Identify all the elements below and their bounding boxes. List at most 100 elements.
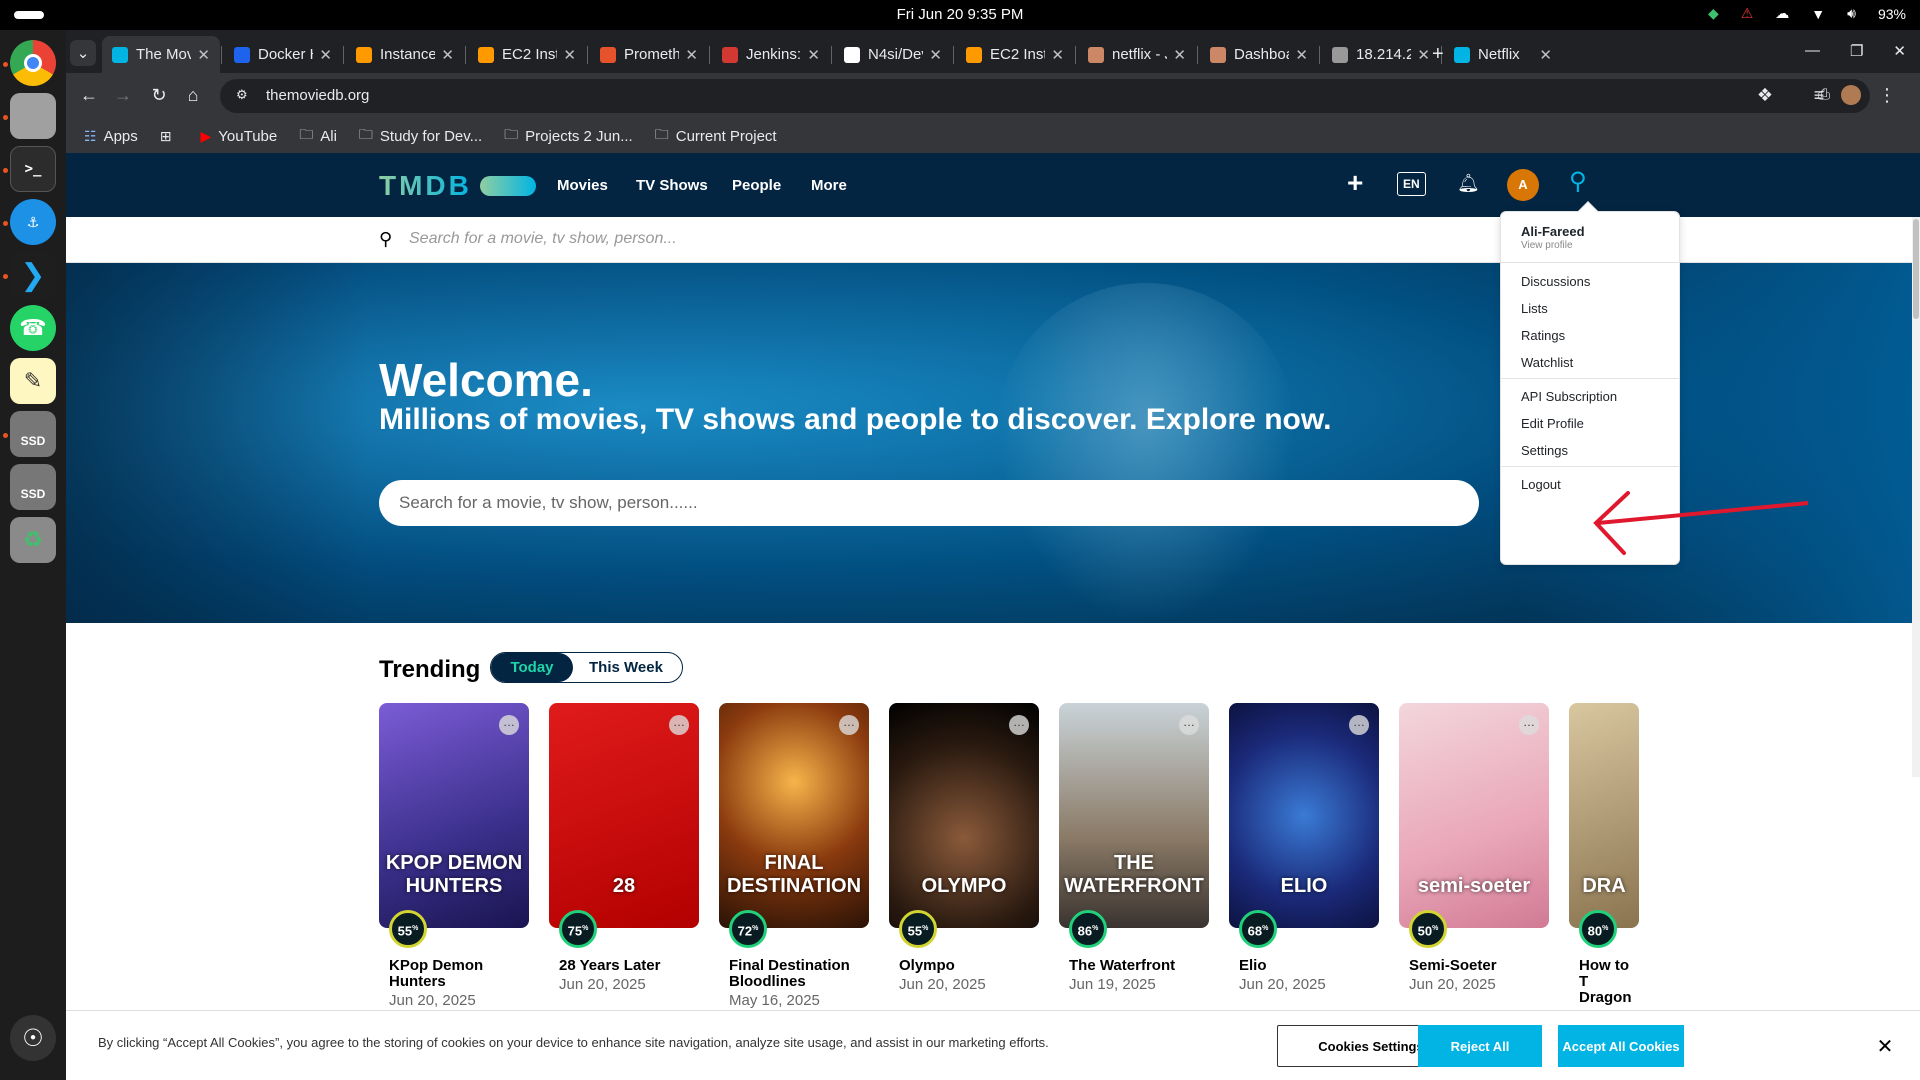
forward-button[interactable]: → <box>112 85 134 106</box>
card-title[interactable]: The Waterfront <box>1059 958 1209 974</box>
trending-card[interactable]: OLYMPO … 55% Olympo Jun 20, 2025 <box>889 703 1039 993</box>
browser-tab[interactable]: Instances ✕ <box>346 36 464 73</box>
close-tab-icon[interactable]: ✕ <box>441 46 454 64</box>
warning-icon[interactable]: ⚠ <box>1741 5 1754 22</box>
add-plus-icon[interactable]: + <box>1347 167 1363 199</box>
more-options-icon[interactable]: … <box>499 715 519 735</box>
close-tab-icon[interactable]: ✕ <box>1051 46 1064 64</box>
movie-poster[interactable]: 28… <box>549 703 699 928</box>
bookmark-apps[interactable]: ☷ Apps <box>84 128 138 145</box>
ssd-drive-icon[interactable]: SSD <box>10 411 56 457</box>
trending-card[interactable]: FINAL DESTINATION … 72% Final Destination B… <box>719 703 869 1009</box>
user-avatar[interactable]: A <box>1507 169 1539 201</box>
reload-button[interactable]: ↻ <box>148 85 170 106</box>
scrollbar-thumb[interactable] <box>1913 219 1919 319</box>
card-title[interactable]: Semi-Soeter <box>1399 958 1549 974</box>
card-title[interactable]: How to T Dragon <box>1569 958 1639 1006</box>
bookmark-youtube[interactable]: ▶ YouTube <box>201 128 278 145</box>
toggle-today[interactable]: Today <box>491 653 573 682</box>
browser-tab[interactable]: 18.214.2 ✕ <box>1322 36 1440 73</box>
bookmark-folder-ali[interactable]: 🗀︎ Ali <box>299 124 337 148</box>
menu-lists[interactable]: Lists <box>1521 301 1548 316</box>
search-icon[interactable]: ⚲ <box>1569 167 1587 196</box>
browser-tab[interactable]: netflix - J ✕ <box>1078 36 1196 73</box>
browser-tab[interactable]: The Movie ✕ <box>102 36 220 73</box>
card-title[interactable]: 28 Years Later <box>549 958 699 974</box>
trending-card[interactable]: ELIO … 68% Elio Jun 20, 2025 <box>1229 703 1379 993</box>
maximize-button[interactable]: ❐ <box>1850 42 1863 60</box>
accept-all-cookies-button[interactable]: Accept All Cookies <box>1558 1025 1684 1067</box>
menu-discussions[interactable]: Discussions <box>1521 274 1590 289</box>
trending-card[interactable]: 28 … 75% 28 Years Later Jun 20, 2025 <box>549 703 699 993</box>
toggle-this-week[interactable]: This Week <box>589 659 663 676</box>
browser-tab[interactable]: N4si/Dev ✕ <box>834 36 952 73</box>
menu-watchlist[interactable]: Watchlist <box>1521 355 1573 370</box>
terminal-icon[interactable]: >_ <box>10 146 56 192</box>
more-options-icon[interactable]: … <box>1009 715 1029 735</box>
trash-icon[interactable]: ♻ <box>10 517 56 563</box>
close-tab-icon[interactable]: ✕ <box>1173 46 1186 64</box>
more-options-icon[interactable]: … <box>839 715 859 735</box>
tab-groups-icon[interactable]: ⊞ <box>160 128 179 145</box>
close-tab-icon[interactable]: ✕ <box>807 46 820 64</box>
card-title[interactable]: Final Destination Bloodlines <box>719 958 869 990</box>
close-tab-icon[interactable]: ✕ <box>1295 46 1308 64</box>
bookmark-folder-study[interactable]: 🗀︎ Study for Dev... <box>359 124 482 148</box>
movie-poster[interactable]: DRA <box>1569 703 1639 928</box>
close-tab-icon[interactable]: ✕ <box>319 46 332 64</box>
chrome-menu-icon[interactable]: ⋮ <box>1876 85 1898 106</box>
nav-movies[interactable]: Movies <box>557 177 608 194</box>
address-bar[interactable]: ⚙ themoviedb.org ⎙ ☆ <box>220 79 1870 113</box>
extensions-icon[interactable]: ❖ <box>1754 85 1776 106</box>
browser-tab[interactable]: EC2 Insta ✕ <box>468 36 586 73</box>
profile-avatar[interactable] <box>1841 85 1861 105</box>
more-options-icon[interactable]: … <box>669 715 689 735</box>
tmdb-logo[interactable]: TMDB <box>379 170 536 202</box>
close-tab-icon[interactable]: ✕ <box>929 46 942 64</box>
menu-ratings[interactable]: Ratings <box>1521 328 1565 343</box>
movie-poster[interactable]: semi-soeter… <box>1399 703 1549 928</box>
movie-poster[interactable]: THE WATERFRONT… <box>1059 703 1209 928</box>
close-window-button[interactable]: ✕ <box>1893 42 1906 60</box>
more-options-icon[interactable]: … <box>1349 715 1369 735</box>
movie-poster[interactable]: ELIO… <box>1229 703 1379 928</box>
language-button[interactable]: EN <box>1397 172 1426 196</box>
vscode-icon[interactable]: ❯ <box>10 252 56 298</box>
trending-card[interactable]: DRA80%How to T DragonJun 13, <box>1569 703 1719 1025</box>
trending-card[interactable]: semi-soeter … 50% Semi-Soeter Jun 20, 2025 <box>1399 703 1549 993</box>
browser-tab[interactable]: EC2 Insta ✕ <box>956 36 1074 73</box>
home-button[interactable]: ⌂ <box>182 85 204 106</box>
site-info-icon[interactable]: ⚙ <box>236 87 248 103</box>
system-tray[interactable]: ◆ ⚠ ☁ ▼ 🔊︎ 93% <box>1708 5 1906 22</box>
movie-poster[interactable]: OLYMPO… <box>889 703 1039 928</box>
browser-tab[interactable]: Netflix ✕ <box>1444 36 1562 73</box>
reject-all-button[interactable]: Reject All <box>1418 1025 1542 1067</box>
trending-card[interactable]: KPOP DEMON HUNTERS … 55% KPop Demon Hunters… <box>379 703 529 1009</box>
bookmark-folder-projects[interactable]: 🗀︎ Projects 2 Jun... <box>504 124 633 148</box>
nav-people[interactable]: People <box>732 177 781 194</box>
text-editor-icon[interactable]: ✎ <box>10 358 56 404</box>
card-title[interactable]: KPop Demon Hunters <box>379 958 529 990</box>
docker-icon[interactable]: ⚓ <box>10 199 56 245</box>
docker-tray-icon[interactable]: ☁ <box>1775 5 1789 22</box>
whatsapp-icon[interactable]: ☎ <box>10 305 56 351</box>
nav-tv-shows[interactable]: TV Shows <box>636 177 708 194</box>
menu-settings[interactable]: Settings <box>1521 443 1568 458</box>
browser-tab[interactable]: Promethe ✕ <box>590 36 708 73</box>
minimize-button[interactable]: — <box>1805 42 1820 60</box>
more-options-icon[interactable]: … <box>1179 715 1199 735</box>
card-title[interactable]: Elio <box>1229 958 1379 974</box>
more-options-icon[interactable]: … <box>1519 715 1539 735</box>
close-icon[interactable]: ✕ <box>1870 1025 1900 1067</box>
tab-search-button[interactable]: ⌄ <box>70 40 96 66</box>
media-control-icon[interactable]: ≡ <box>1808 85 1830 106</box>
show-apps-icon[interactable]: ☉ <box>10 1015 56 1061</box>
close-tab-icon[interactable]: ✕ <box>685 46 698 64</box>
close-tab-icon[interactable]: ✕ <box>563 46 576 64</box>
new-tab-button[interactable]: + <box>1432 36 1444 73</box>
menu-view-profile[interactable]: View profile <box>1521 240 1573 251</box>
trending-card[interactable]: THE WATERFRONT … 86% The Waterfront Jun 19, … <box>1059 703 1209 993</box>
notifications-bell-icon[interactable]: 🔔︎ <box>1457 173 1480 194</box>
menu-username[interactable]: Ali-Fareed <box>1521 224 1585 239</box>
page-scrollbar[interactable] <box>1912 217 1920 777</box>
